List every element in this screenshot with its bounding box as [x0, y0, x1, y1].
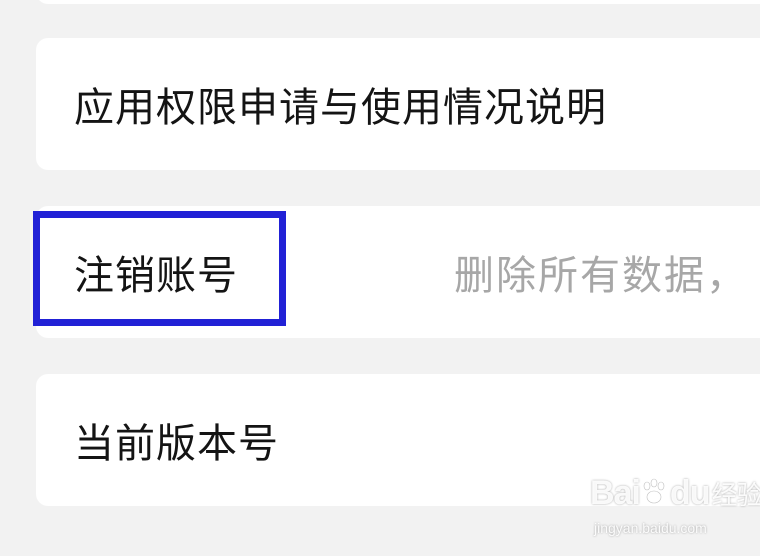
settings-item-app-permissions[interactable]: 应用权限申请与使用情况说明: [36, 38, 760, 170]
settings-item-label: 应用权限申请与使用情况说明: [74, 85, 607, 131]
previous-settings-card: [36, 0, 760, 4]
settings-item-label: 当前版本号: [74, 421, 279, 467]
watermark-logo: Bai du经验: [590, 474, 760, 512]
watermark-url: jingyan.baidu.com: [594, 520, 707, 536]
baidu-jingyan-watermark: Bai du经验 jingyan.baidu.com: [584, 470, 760, 550]
settings-item-description: 删除所有数据，: [454, 253, 748, 299]
settings-item-label: 注销账号: [74, 253, 238, 299]
paw-icon: [643, 478, 665, 504]
settings-item-delete-account[interactable]: 注销账号 删除所有数据，: [36, 206, 760, 338]
